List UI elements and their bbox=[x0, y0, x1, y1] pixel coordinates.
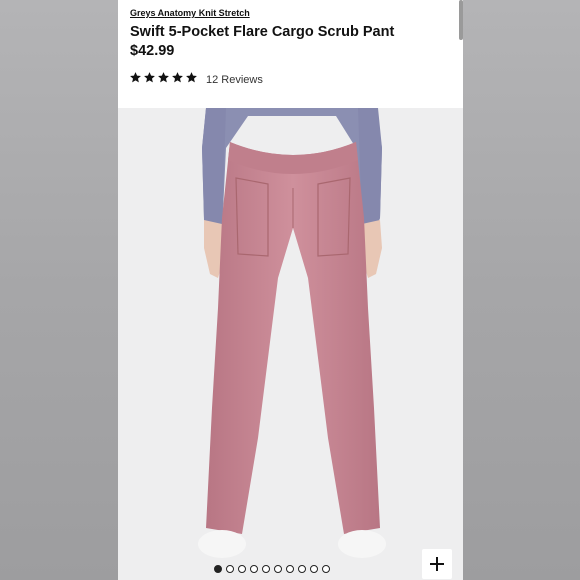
pagination-dot[interactable] bbox=[298, 565, 306, 573]
image-pagination bbox=[214, 565, 330, 573]
product-price: $42.99 bbox=[130, 43, 175, 59]
product-image[interactable] bbox=[118, 108, 463, 580]
product-title: Swift 5-Pocket Flare Cargo Scrub Pant bbox=[130, 24, 395, 40]
pagination-dot[interactable] bbox=[214, 565, 222, 573]
star-icon bbox=[130, 72, 141, 83]
pagination-dot[interactable] bbox=[274, 565, 282, 573]
star-icon bbox=[158, 72, 169, 83]
pagination-dot[interactable] bbox=[250, 565, 258, 573]
product-photo bbox=[198, 108, 386, 558]
right-shoe bbox=[338, 530, 386, 558]
scrollbar[interactable] bbox=[459, 0, 463, 40]
backdrop-right bbox=[463, 0, 580, 580]
backdrop-left bbox=[0, 0, 118, 580]
zoom-button[interactable] bbox=[422, 549, 452, 579]
star-icon bbox=[172, 72, 183, 83]
pagination-dot[interactable] bbox=[310, 565, 318, 573]
brand-link[interactable]: Greys Anatomy Knit Stretch bbox=[130, 8, 250, 18]
pagination-dot[interactable] bbox=[286, 565, 294, 573]
pagination-dot[interactable] bbox=[322, 565, 330, 573]
rating-stars bbox=[129, 71, 198, 84]
plus-icon bbox=[430, 557, 444, 571]
star-icon bbox=[186, 72, 197, 83]
product-info: Greys Anatomy Knit Stretch Swift 5-Pocke… bbox=[118, 0, 463, 108]
pagination-dot[interactable] bbox=[226, 565, 234, 573]
star-icon bbox=[144, 72, 155, 83]
pagination-dot[interactable] bbox=[262, 565, 270, 573]
reviews-link[interactable]: 12 Reviews bbox=[206, 74, 263, 86]
left-shoe bbox=[198, 530, 246, 558]
pagination-dot[interactable] bbox=[238, 565, 246, 573]
product-screen: Greys Anatomy Knit Stretch Swift 5-Pocke… bbox=[118, 0, 463, 580]
